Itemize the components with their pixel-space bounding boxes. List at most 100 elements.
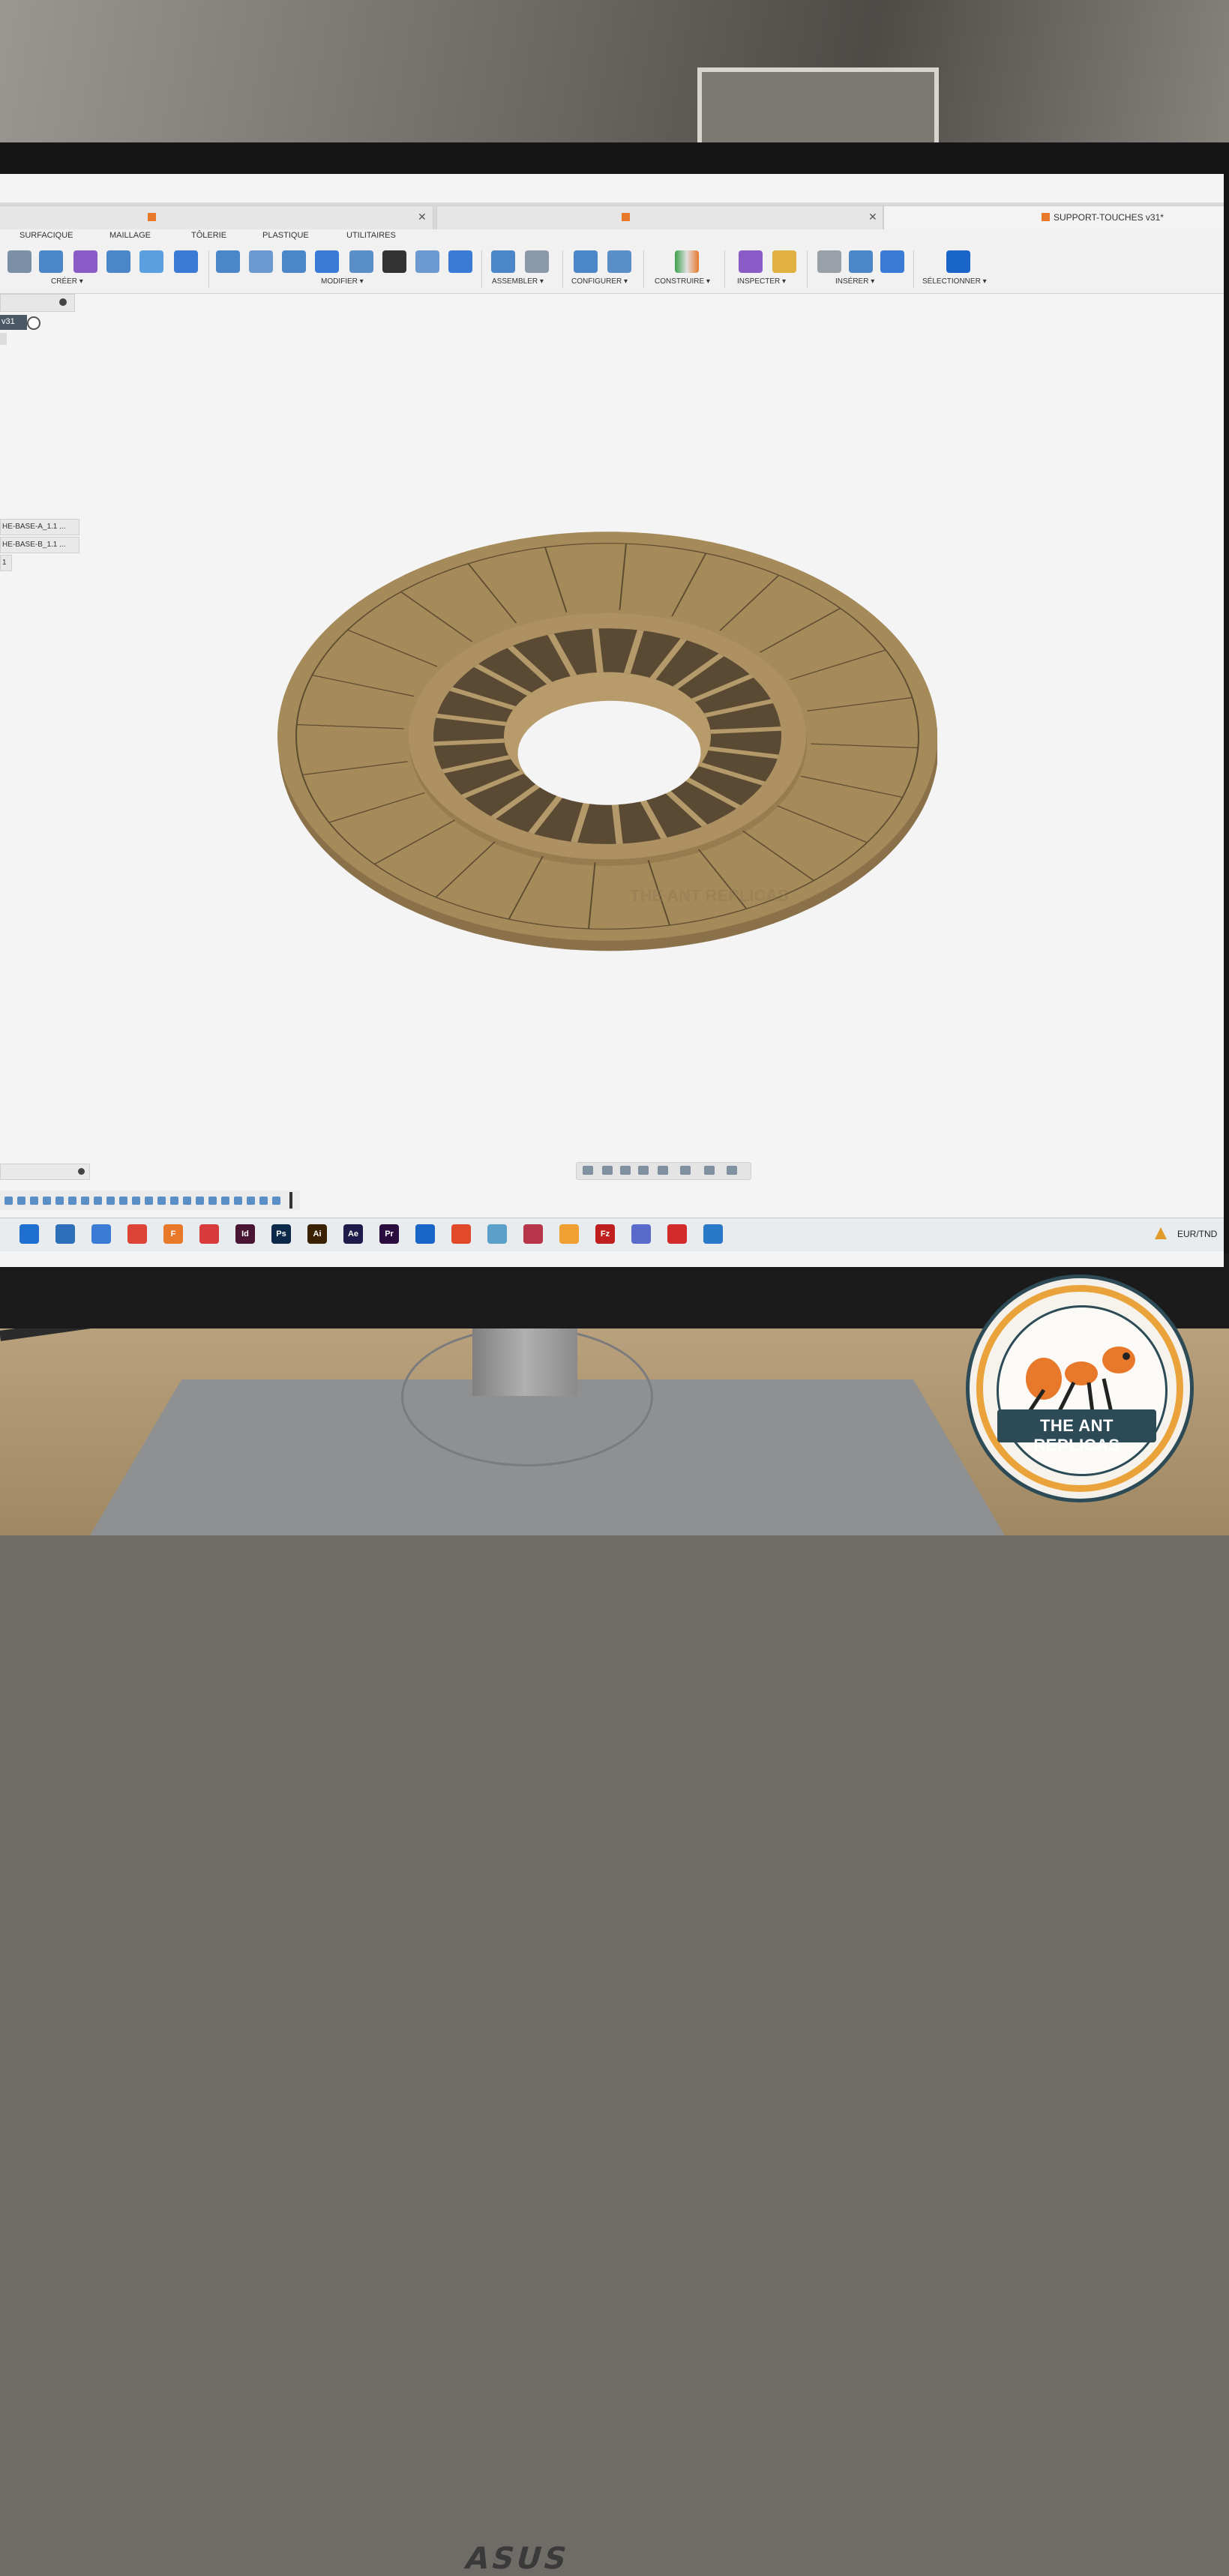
app-icon[interactable] bbox=[451, 1224, 471, 1244]
timeline-step[interactable] bbox=[4, 1197, 13, 1205]
zoom-icon[interactable] bbox=[638, 1166, 649, 1175]
document-tab-active[interactable]: SUPPORT-TOUCHES v31* bbox=[883, 205, 1224, 231]
browser-panel-header[interactable] bbox=[0, 294, 75, 312]
activate-radio[interactable] bbox=[27, 316, 40, 330]
close-icon[interactable]: ✕ bbox=[868, 211, 877, 223]
collapse-icon[interactable] bbox=[59, 298, 67, 306]
document-tab-2[interactable]: ✕ bbox=[436, 205, 883, 231]
create-combine-tool[interactable] bbox=[174, 250, 198, 273]
configure-tool[interactable] bbox=[574, 250, 598, 273]
app-icon[interactable] bbox=[703, 1224, 723, 1244]
pan-icon[interactable] bbox=[620, 1166, 631, 1175]
look-at-icon[interactable] bbox=[602, 1166, 613, 1175]
timeline-step[interactable] bbox=[183, 1197, 191, 1205]
modify-shell-tool[interactable] bbox=[282, 250, 306, 273]
add-comment-icon[interactable] bbox=[78, 1168, 85, 1175]
timeline-step[interactable] bbox=[43, 1197, 51, 1205]
tab-utilitaires[interactable]: UTILITAIRES bbox=[346, 231, 396, 240]
timeline-step[interactable] bbox=[30, 1197, 38, 1205]
timeline-step[interactable] bbox=[221, 1197, 229, 1205]
app-icon[interactable] bbox=[415, 1224, 435, 1244]
timeline-step[interactable] bbox=[81, 1197, 89, 1205]
timeline-step[interactable] bbox=[119, 1197, 127, 1205]
timeline-step[interactable] bbox=[94, 1197, 102, 1205]
modify-pushpull-tool[interactable] bbox=[216, 250, 240, 273]
photoshop-icon[interactable]: Ps bbox=[271, 1224, 291, 1244]
timeline-step[interactable] bbox=[157, 1197, 166, 1205]
comments-panel[interactable] bbox=[0, 1164, 90, 1180]
group-assemble-label[interactable]: ASSEMBLER ▾ bbox=[492, 277, 544, 286]
modify-press-tool[interactable] bbox=[349, 250, 373, 273]
inspect-tool[interactable] bbox=[739, 250, 763, 273]
grid-settings-icon[interactable] bbox=[704, 1166, 715, 1175]
select-tool[interactable] bbox=[946, 250, 970, 273]
measure-tool[interactable] bbox=[772, 250, 796, 273]
insert-derive-tool[interactable] bbox=[817, 250, 841, 273]
close-icon[interactable]: ✕ bbox=[418, 211, 427, 223]
fit-icon[interactable] bbox=[658, 1166, 668, 1175]
timeline-step[interactable] bbox=[106, 1197, 115, 1205]
app-icon[interactable] bbox=[487, 1224, 507, 1244]
mail-icon[interactable] bbox=[55, 1224, 75, 1244]
tab-maillage[interactable]: MAILLAGE bbox=[109, 231, 151, 240]
indesign-icon[interactable]: Id bbox=[235, 1224, 255, 1244]
app-icon[interactable] bbox=[559, 1224, 579, 1244]
create-box-tool[interactable] bbox=[73, 250, 97, 273]
app-icon[interactable] bbox=[91, 1224, 111, 1244]
group-inspect-label[interactable]: INSPECTER ▾ bbox=[737, 277, 786, 286]
timeline-step[interactable] bbox=[208, 1197, 217, 1205]
modify-scale-tool[interactable] bbox=[448, 250, 472, 273]
orbit-icon[interactable] bbox=[583, 1166, 593, 1175]
browser-component-c[interactable]: 1 bbox=[0, 555, 12, 571]
modify-chamfer-tool[interactable] bbox=[415, 250, 439, 273]
tab-tolerie[interactable]: TÔLERIE bbox=[191, 231, 226, 240]
timeline-step[interactable] bbox=[132, 1197, 140, 1205]
create-pattern-tool[interactable] bbox=[139, 250, 163, 273]
timeline-step[interactable] bbox=[170, 1197, 178, 1205]
construct-plane-tool[interactable] bbox=[675, 250, 699, 273]
3d-viewport[interactable]: THE ANT REPLICAS bbox=[277, 504, 937, 1014]
timeline-step[interactable] bbox=[272, 1197, 280, 1205]
tab-surfacique[interactable]: SURFACIQUE bbox=[19, 231, 73, 240]
filezilla-icon[interactable]: Fz bbox=[595, 1224, 615, 1244]
app-icon[interactable] bbox=[523, 1224, 543, 1244]
currency-widget[interactable]: EUR/TND bbox=[1177, 1229, 1217, 1239]
timeline-step[interactable] bbox=[145, 1197, 153, 1205]
illustrator-icon[interactable]: Ai bbox=[307, 1224, 327, 1244]
create-form-tool[interactable] bbox=[39, 250, 63, 273]
group-select-label[interactable]: SÉLECTIONNER ▾ bbox=[922, 277, 987, 286]
document-tab-1[interactable]: ✕ bbox=[0, 205, 433, 231]
timeline-step[interactable] bbox=[234, 1197, 242, 1205]
tab-plastique[interactable]: PLASTIQUE bbox=[262, 231, 309, 240]
modify-combine-tool[interactable] bbox=[315, 250, 339, 273]
chrome-icon[interactable] bbox=[127, 1224, 147, 1244]
display-settings-icon[interactable] bbox=[680, 1166, 691, 1175]
insert-image-tool[interactable] bbox=[880, 250, 904, 273]
timeline-step[interactable] bbox=[196, 1197, 204, 1205]
group-insert-label[interactable]: INSÉRER ▾ bbox=[835, 277, 874, 286]
timeline-step[interactable] bbox=[247, 1197, 255, 1205]
timeline-marker[interactable] bbox=[289, 1192, 292, 1209]
timeline-step[interactable] bbox=[55, 1197, 64, 1205]
browser-component-b[interactable]: HE-BASE-B_1.1 ... bbox=[0, 537, 79, 553]
assemble-component-tool[interactable] bbox=[491, 250, 515, 273]
group-configure-label[interactable]: CONFIGURER ▾ bbox=[571, 277, 628, 286]
assemble-joint-tool[interactable] bbox=[525, 250, 549, 273]
group-construct-label[interactable]: CONSTRUIRE ▾ bbox=[655, 277, 710, 286]
group-modify-label[interactable]: MODIFIER ▾ bbox=[321, 277, 364, 286]
acrobat-icon[interactable] bbox=[667, 1224, 687, 1244]
premiere-icon[interactable]: Pr bbox=[379, 1224, 399, 1244]
viewports-icon[interactable] bbox=[727, 1166, 737, 1175]
create-sketch-tool[interactable] bbox=[7, 250, 31, 273]
fusion-icon[interactable]: F bbox=[163, 1224, 183, 1244]
browser-root[interactable]: v31 bbox=[0, 315, 27, 330]
timeline-step[interactable] bbox=[259, 1197, 268, 1205]
configure-table-tool[interactable] bbox=[607, 250, 631, 273]
timeline-step[interactable] bbox=[68, 1197, 76, 1205]
modify-fillet-tool[interactable] bbox=[249, 250, 273, 273]
create-torus-tool[interactable] bbox=[106, 250, 130, 273]
file-explorer-icon[interactable] bbox=[19, 1224, 39, 1244]
group-create-label[interactable]: CRÉER ▾ bbox=[51, 277, 83, 286]
sketchup-icon[interactable] bbox=[199, 1224, 219, 1244]
browser-component-a[interactable]: HE-BASE-A_1.1 ... bbox=[0, 519, 79, 535]
